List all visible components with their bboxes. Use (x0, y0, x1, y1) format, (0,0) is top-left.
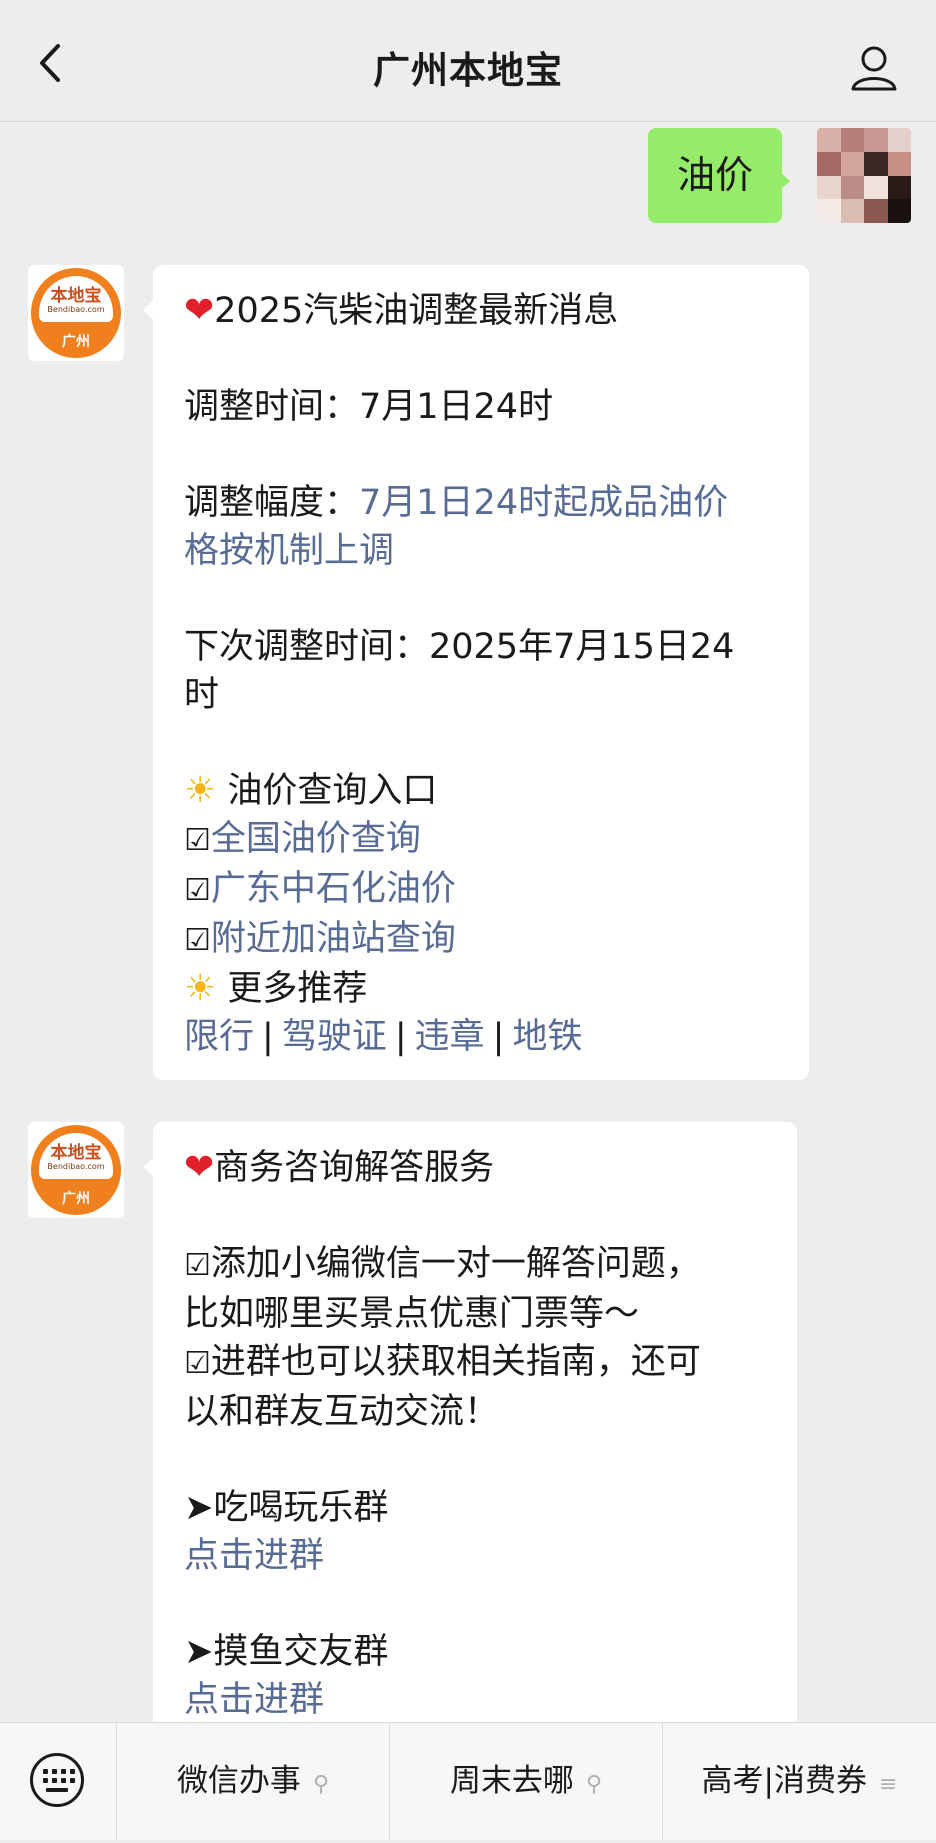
avatar-city: 广州 (62, 1191, 90, 1207)
user-avatar[interactable] (817, 128, 911, 223)
group-make-friends: ➤摸鱼交友群 (184, 1632, 389, 1672)
sun-icon: ☀ (184, 770, 217, 811)
more-title: 更多推荐 (227, 969, 368, 1009)
link-metro[interactable]: 地铁 (512, 1017, 582, 1057)
message-bubble-business: ❤商务咨询解答服务 ☑添加小编微信一对一解答问题， 比如哪里买景点优惠门票等～ … (153, 1122, 797, 1722)
link-driver-license[interactable]: 驾驶证 (282, 1017, 387, 1057)
checkbox-icon: ☑ (184, 1248, 211, 1283)
menu-label: 高考|消费券 (701, 1763, 867, 1799)
text-add-wechat: 添加小编微信一对一解答问题， (210, 1244, 701, 1284)
chat-header: 广州本地宝 (0, 0, 936, 122)
keyboard-icon[interactable] (30, 1753, 84, 1807)
menu-list-icon: ≡ (879, 1772, 898, 1797)
link-sinopec-oil-price[interactable]: 广东中石化油价 (211, 869, 456, 909)
separator: | (262, 1017, 274, 1057)
message-heading: 商务咨询解答服务 (214, 1148, 495, 1188)
link-icon: ⚲ (585, 1772, 603, 1797)
checkbox-icon: ☑ (184, 823, 211, 858)
menu-wechat-services[interactable]: 微信办事 ⚲ (116, 1723, 389, 1840)
sent-message-bubble[interactable]: 油价 (648, 128, 782, 223)
profile-icon[interactable] (848, 42, 900, 94)
menu-label: 微信办事 (176, 1763, 301, 1799)
message-heading: 2025汽柴油调整最新消息 (214, 291, 619, 331)
bendibao-avatar[interactable]: 本地宝 Bendibao.com 广州 (28, 1122, 124, 1218)
sun-icon: ☀ (184, 968, 217, 1009)
avatar-subtitle: Bendibao.com (47, 305, 105, 314)
join-group-link[interactable]: 点击进群 (184, 1532, 797, 1580)
checkbox-icon: ☑ (184, 1346, 211, 1381)
avatar-brand: 本地宝 (50, 1143, 102, 1163)
text-add-wechat-cont: 比如哪里买景点优惠门票等～ (184, 1294, 640, 1334)
bendibao-avatar[interactable]: 本地宝 Bendibao.com 广州 (28, 265, 124, 361)
bottom-menu-bar: 微信办事 ⚲ 周末去哪 ⚲ 高考|消费券 ≡ (0, 1722, 936, 1840)
chat-title: 广州本地宝 (373, 49, 563, 92)
group-eat-play: ➤吃喝玩乐群 (184, 1488, 389, 1528)
menu-label: 周末去哪 (449, 1763, 574, 1799)
link-icon: ⚲ (312, 1772, 330, 1797)
link-nearby-gas-station[interactable]: 附近加油站查询 (211, 919, 456, 959)
link-violation[interactable]: 违章 (415, 1017, 485, 1057)
sent-bubble-tail (780, 172, 790, 190)
avatar-subtitle: Bendibao.com (47, 1162, 105, 1171)
menu-gaokao-coupon[interactable]: 高考|消费券 ≡ (662, 1723, 936, 1840)
separator: | (492, 1017, 505, 1057)
menu-weekend[interactable]: 周末去哪 ⚲ (389, 1723, 662, 1840)
next-adjust-time: 下次调整时间：2025年7月15日24 (184, 627, 735, 667)
link-traffic-restriction[interactable]: 限行 (184, 1017, 254, 1057)
link-national-oil-price[interactable]: 全国油价查询 (211, 819, 421, 859)
message-bubble-oil-price: ❤2025汽柴油调整最新消息 调整时间：7月1日24时 调整幅度：7月1日24时… (153, 265, 809, 1080)
join-group-link[interactable]: 点击进群 (184, 1676, 797, 1724)
adjust-range-label: 调整幅度： (184, 483, 360, 523)
heart-icon: ❤ (184, 290, 215, 331)
heart-icon: ❤ (184, 1147, 215, 1188)
separator: | (394, 1017, 407, 1057)
avatar-city: 广州 (62, 334, 90, 350)
avatar-brand: 本地宝 (50, 286, 102, 306)
next-adjust-time-cont: 时 (184, 675, 220, 715)
adjust-range-link[interactable]: 7月1日24时起成品油价 (359, 483, 728, 523)
text-join-group: 进群也可以获取相关指南，还可 (210, 1342, 701, 1382)
text-join-group-cont: 以和群友互动交流！ (184, 1392, 500, 1432)
adjust-time: 调整时间：7月1日24时 (184, 387, 554, 427)
adjust-range-link-cont[interactable]: 格按机制上调 (184, 527, 809, 575)
checkbox-icon: ☑ (184, 923, 211, 958)
checkbox-icon: ☑ (184, 873, 211, 908)
query-title: 油价查询入口 (227, 771, 438, 811)
